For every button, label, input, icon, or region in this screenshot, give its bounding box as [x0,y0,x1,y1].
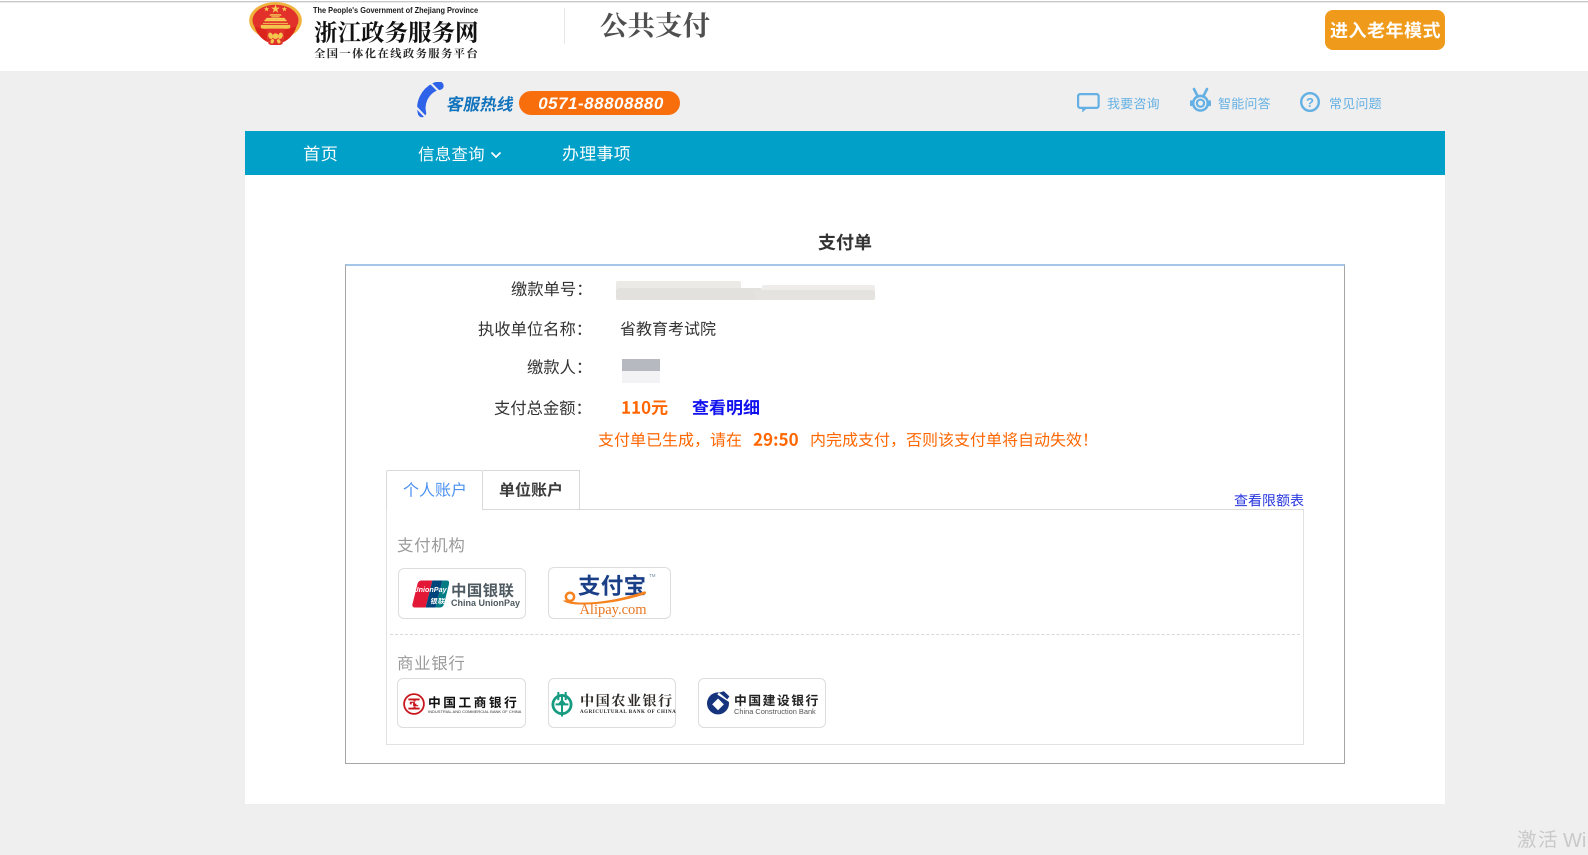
svg-text:?: ? [1306,95,1314,110]
